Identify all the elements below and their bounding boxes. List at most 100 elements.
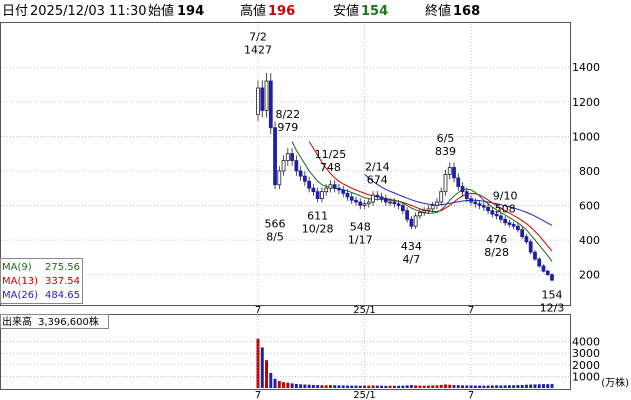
ma26-value: 484.65 [45,290,80,301]
candle-body [490,210,495,215]
price-tick-label: 1200 [572,96,600,109]
annotation-label-top: 548 [350,220,371,233]
volume-bar [265,360,269,388]
candle-body [358,201,363,206]
candle-body [366,201,371,205]
candle-body [405,210,410,220]
volume-bar [486,385,490,388]
annotation-label-top: 7/2 [249,31,267,44]
volume-bar [286,382,290,388]
annotation-label-bottom: 10/28 [302,223,334,236]
volume-bar [443,384,447,388]
candle-body [477,203,482,206]
close-value: 168 [453,4,480,19]
volume-bar [375,385,379,388]
volume-bar [435,385,439,388]
volume-bar [409,385,413,388]
candle-body [302,175,307,182]
x-tick-label-volume: 7 [468,390,474,400]
candle-body [285,153,290,161]
price-tick-label: 800 [579,165,600,178]
candle-body [315,191,320,199]
candle-body [426,208,431,212]
volume-bar [341,385,345,388]
volume-bar [290,383,294,388]
volume-bar [282,382,286,388]
volume-grid: 1000200030004000 [1,336,600,383]
annotation-label-bottom: 1/17 [348,233,373,246]
volume-bars [256,338,554,388]
candle-body [273,127,277,186]
candle-body [320,191,324,199]
candle-body [290,153,294,161]
annotation-label-bottom: 979 [277,121,298,134]
annotation-label-top: 6/5 [437,132,455,145]
candle-body [388,201,392,204]
volume-bar [422,385,426,388]
volume-bar [499,385,503,388]
volume-bar [418,385,422,388]
volume-bar [277,381,281,388]
volume-bar [465,385,469,388]
volume-bar [456,385,460,388]
volume-bar [478,385,482,388]
price-tick-label: 600 [579,199,600,212]
x-axis-ticks: 7 7 25/1 25/1 7 7 [255,24,474,400]
volume-bar [546,384,550,388]
volume-bar [507,385,511,388]
stock-chart-svg: 日付 2025/12/03 11:30 始値 194 高値 196 安値 154… [0,3,629,400]
candle-body [430,205,435,210]
volume-bar [324,385,328,388]
volume-bar [367,385,371,388]
candle-body [409,218,414,227]
annotation-label-bottom: 8/5 [266,230,284,243]
candle-body [550,274,554,281]
volume-bar [350,385,354,388]
price-tick-label: 400 [579,234,600,247]
candle-body [541,265,546,272]
candle-body [507,222,512,225]
volume-bar [303,384,307,388]
candle-body [413,215,418,227]
candle-body [435,201,439,206]
volume-bar [260,347,264,388]
volume-bar [345,385,349,388]
ma9-label: MA(9) [2,262,32,273]
volume-bar [397,385,401,388]
datetime-value: 2025/12/03 11:30 [30,4,147,19]
volume-bar [431,385,435,388]
candle-body [460,186,465,193]
candle-body [277,170,282,186]
candle-body [379,196,384,199]
volume-bar [354,385,358,388]
close-label: 終値 [425,3,451,19]
volume-bar [380,385,384,388]
volume-unit-label: (万株) [601,376,629,389]
candle-body [422,210,427,213]
volume-info: 出来高 3,396,600株 [0,314,109,329]
candle-body [524,236,529,243]
volume-bar [328,385,332,388]
candle-body [447,167,452,175]
volume-bar [299,384,303,388]
volume-tick-label: 1000 [572,370,600,383]
candle-body [439,191,444,203]
annotation-label-top: 566 [265,217,286,230]
volume-bar [426,385,430,388]
candle-body [324,187,329,193]
price-tick-label: 1400 [572,61,600,74]
volume-bar [537,384,541,388]
candle-body [307,180,312,189]
candle-body [383,198,388,203]
candle-body [533,251,537,260]
annotation-label-bottom: 508 [495,202,516,215]
stock-chart-panel: 日付 2025/12/03 11:30 始値 194 高値 196 安値 154… [0,0,631,400]
volume-bar [529,384,533,388]
candle-body [345,192,350,198]
candle-body [456,177,461,187]
volume-bar [461,385,465,388]
volume-bar [524,384,528,388]
candle-body [473,201,478,205]
high-label: 高値 [240,3,266,19]
candle-body [400,205,405,212]
